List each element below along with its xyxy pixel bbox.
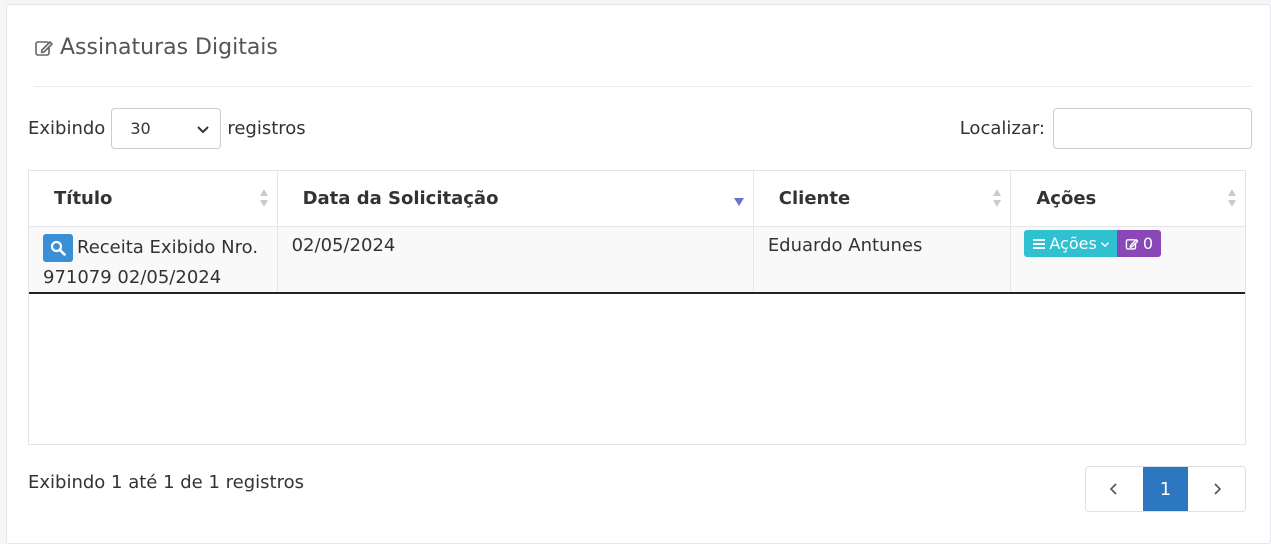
page-title-text: Assinaturas Digitais [60, 35, 278, 60]
actions-dropdown-button[interactable]: Ações [1024, 230, 1117, 257]
column-header-acoes[interactable]: Ações [1011, 171, 1245, 226]
search-label: Localizar: [959, 118, 1045, 139]
chevron-right-icon [1214, 483, 1221, 495]
length-select-value: 30 [130, 119, 151, 138]
table-header: Título Data da Solicitação Cliente Ações [29, 171, 1245, 227]
actions-label: Ações [1049, 234, 1097, 253]
cell-data: 02/05/2024 [278, 227, 754, 292]
table-row: Receita Exibido Nro. 971079 02/05/2024 0… [29, 227, 1245, 294]
next-page-button[interactable] [1188, 467, 1245, 511]
edit-icon [1125, 238, 1139, 250]
length-suffix: registros [227, 118, 306, 139]
chevron-down-icon [1100, 241, 1109, 247]
menu-icon [1033, 238, 1046, 249]
column-header-label: Cliente [778, 188, 851, 209]
chevron-down-icon [197, 125, 210, 133]
edit-icon [35, 40, 53, 56]
cell-cliente: Eduardo Antunes [754, 227, 1012, 292]
sort-icon [1227, 189, 1236, 207]
search-control: Localizar: [960, 108, 1252, 149]
signatures-count: 0 [1142, 234, 1154, 253]
length-prefix: Exibindo [28, 118, 106, 139]
cell-titulo: Receita Exibido Nro. 971079 02/05/2024 [29, 227, 278, 292]
cell-titulo-text: Receita Exibido Nro. 971079 02/05/2024 [43, 237, 259, 288]
signatures-button[interactable]: 0 [1116, 230, 1162, 257]
view-button[interactable] [43, 234, 73, 262]
column-header-label: Ações [1036, 188, 1097, 209]
page-button-current[interactable]: 1 [1142, 467, 1189, 511]
length-select[interactable]: 30 [111, 108, 222, 149]
cell-acoes: Ações 0 [1011, 227, 1245, 292]
actions-group: Ações 0 [1024, 230, 1162, 257]
length-control: Exibindo 30 registros [28, 108, 306, 149]
column-header-label: Data da Solicitação [302, 188, 499, 209]
column-header-label: Título [54, 188, 113, 209]
data-table: Título Data da Solicitação Cliente Ações [28, 170, 1246, 445]
search-input[interactable] [1053, 108, 1252, 149]
chevron-left-icon [1110, 483, 1117, 495]
column-header-titulo[interactable]: Título [29, 171, 278, 226]
column-header-data[interactable]: Data da Solicitação [278, 171, 754, 226]
sort-icon [259, 189, 268, 207]
panel-header: Assinaturas Digitais [34, 35, 1252, 87]
previous-page-button[interactable] [1086, 467, 1143, 511]
sort-icon [993, 189, 1002, 207]
column-header-cliente[interactable]: Cliente [754, 171, 1012, 226]
search-icon [50, 240, 66, 256]
pagination: 1 [1085, 466, 1246, 512]
sort-desc-icon [733, 198, 744, 206]
table-info: Exibindo 1 até 1 de 1 registros [28, 472, 304, 493]
page-title: Assinaturas Digitais [34, 35, 278, 60]
